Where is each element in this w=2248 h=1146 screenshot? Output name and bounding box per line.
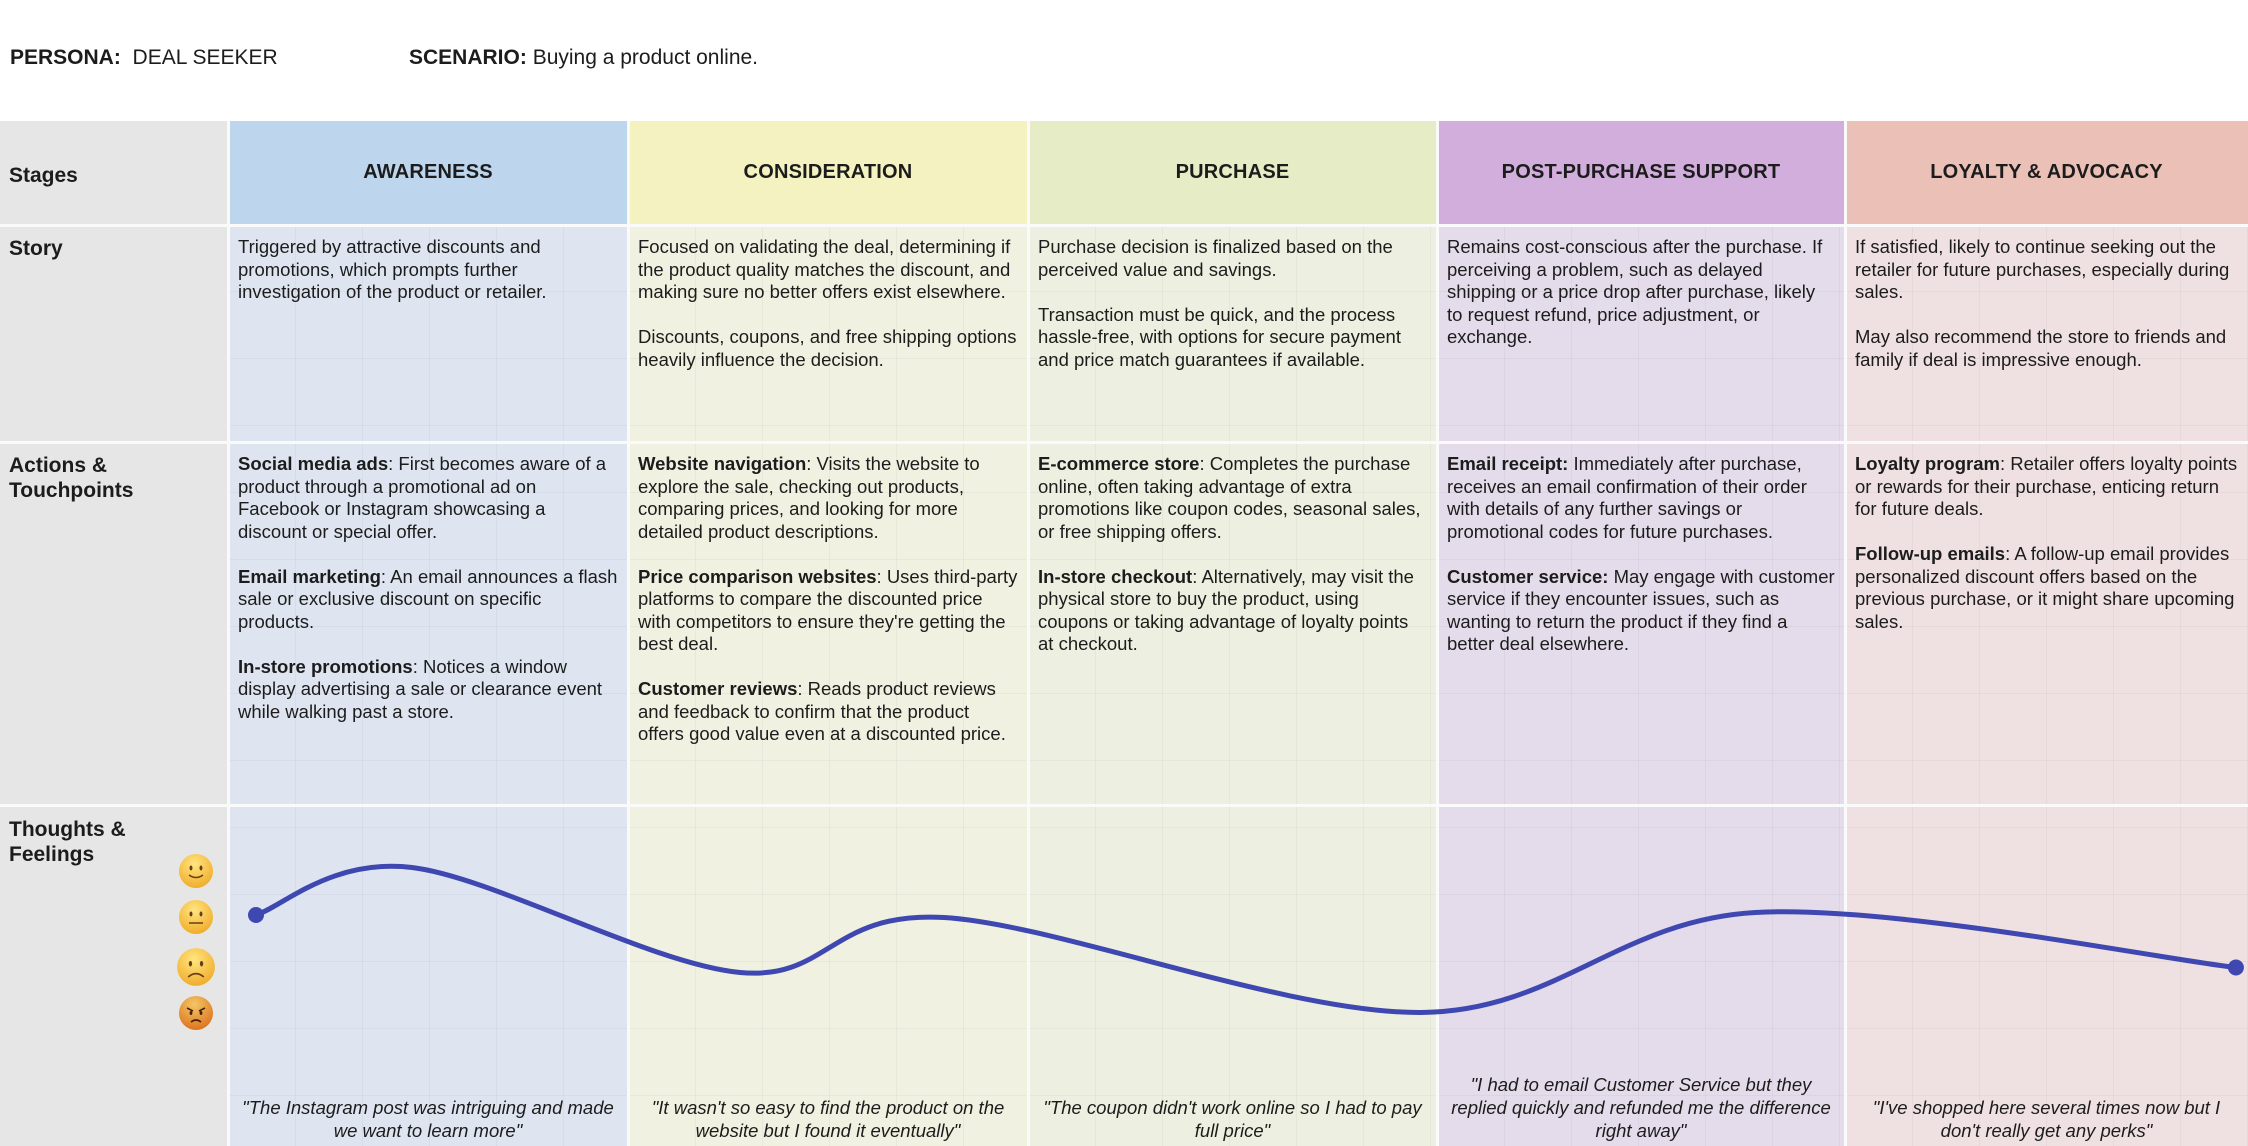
emotion-curve-line [253,863,2239,1016]
persona: PERSONA: DEAL SEEKER [10,46,278,70]
curve-end-marker [2227,959,2244,976]
scenario-label: SCENARIO: [409,46,527,69]
persona-value: DEAL SEEKER [132,46,278,69]
journey-map-board: Stages Story Actions & Touchpoints Thoug… [0,121,2248,1146]
emotion-curve-chart [248,863,2244,1016]
curve-start-marker [248,907,264,923]
persona-label: PERSONA: [10,46,121,69]
header-bar: PERSONA: DEAL SEEKER SCENARIO: Buying a … [0,0,2248,120]
scenario-value: Buying a product online. [532,46,759,69]
scenario: SCENARIO: Buying a product online. [409,46,758,70]
